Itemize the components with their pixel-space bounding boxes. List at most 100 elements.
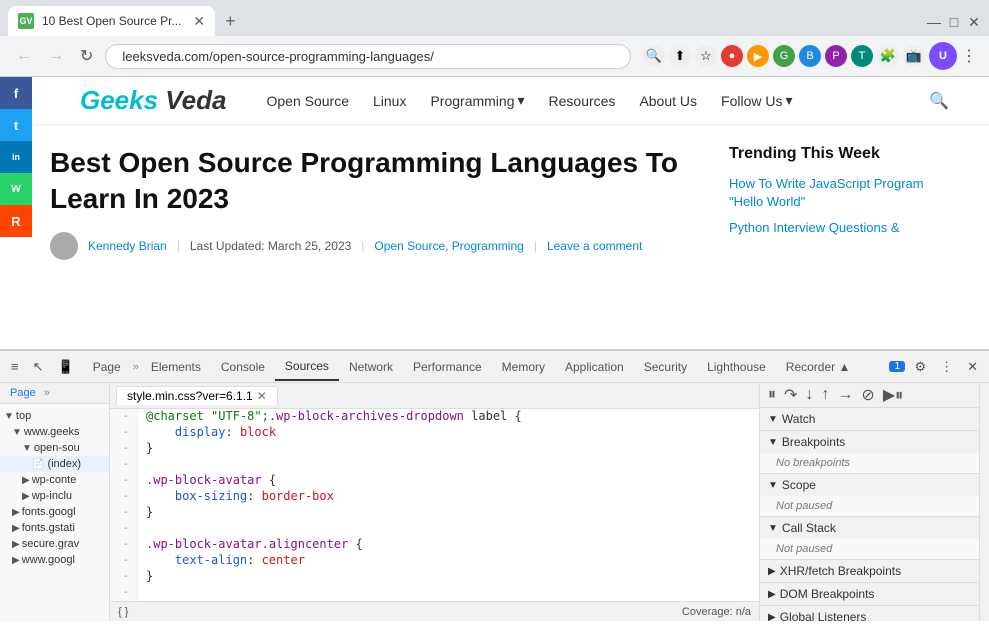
bookmark-icon[interactable]: ☆	[695, 45, 717, 67]
back-button[interactable]: ←	[12, 43, 36, 69]
share-icon[interactable]: ⬆	[669, 45, 691, 67]
devtools-tabs: Page » Elements Console Sources Network …	[83, 353, 886, 381]
profile-avatar[interactable]: U	[929, 42, 957, 70]
article-title: Best Open Source Programming Languages T…	[50, 145, 709, 218]
facebook-share-btn[interactable]: f	[0, 77, 32, 109]
watch-section: ▼ Watch	[760, 408, 979, 431]
meta-divider-1: |	[177, 239, 180, 253]
search-button[interactable]: 🔍	[929, 91, 949, 111]
meta-comment[interactable]: Leave a comment	[547, 239, 642, 253]
active-tab[interactable]: GV 10 Best Open Source Pr... ✕	[8, 6, 215, 36]
address-input[interactable]	[105, 44, 631, 69]
dom-breakpoints-header[interactable]: ▶ DOM Breakpoints	[760, 583, 979, 605]
article-area: Best Open Source Programming Languages T…	[50, 145, 709, 260]
source-file-item[interactable]: style.min.css?ver=6.1.1 ✕	[116, 386, 278, 405]
watch-header[interactable]: ▼ Watch	[760, 408, 979, 430]
tab-security[interactable]: Security	[634, 354, 697, 380]
colorful-icon-2[interactable]: ▶	[747, 45, 769, 67]
code-line-2: - display: block	[110, 425, 759, 441]
meta-tags[interactable]: Open Source, Programming	[374, 239, 523, 253]
colorful-icon-5[interactable]: P	[825, 45, 847, 67]
devtools-close-btn[interactable]: ✕	[962, 357, 983, 377]
scope-header[interactable]: ▼ Scope	[760, 474, 979, 496]
colorful-icon-4[interactable]: B	[799, 45, 821, 67]
source-file-tab-bar: style.min.css?ver=6.1.1 ✕	[110, 383, 759, 409]
xhr-header[interactable]: ▶ XHR/fetch Breakpoints	[760, 560, 979, 582]
step-btn[interactable]: →	[835, 384, 855, 406]
reddit-share-btn[interactable]: R	[0, 205, 32, 237]
search-icon[interactable]: 🔍	[643, 45, 665, 67]
play-pause-btn[interactable]: ▶⏸	[881, 383, 905, 407]
linkedin-share-btn[interactable]: in	[0, 141, 32, 173]
devtools-toolbar: ≡ ↖ 📱 Page » Elements Console Sources Ne…	[0, 351, 989, 383]
tree-item-www-googl[interactable]: ▶ www.googl	[0, 552, 109, 568]
tab-lighthouse[interactable]: Lighthouse	[697, 354, 776, 380]
new-tab-button[interactable]: +	[219, 11, 242, 32]
tab-elements[interactable]: Elements	[141, 354, 211, 380]
trending-item-2[interactable]: Python Interview Questions &	[729, 219, 949, 237]
tree-item-wp-conte[interactable]: ▶ wp-conte	[0, 472, 109, 488]
tab-memory[interactable]: Memory	[492, 354, 555, 380]
global-listeners-header[interactable]: ▶ Global Listeners	[760, 606, 979, 621]
twitter-share-btn[interactable]: t	[0, 109, 32, 141]
step-out-btn[interactable]: ↑	[819, 384, 831, 406]
whatsapp-share-btn[interactable]: W	[0, 173, 32, 205]
call-stack-header[interactable]: ▼ Call Stack	[760, 517, 979, 539]
step-into-btn[interactable]: ↓	[803, 384, 815, 406]
colorful-icon-6[interactable]: T	[851, 45, 873, 67]
tree-item-fonts-goog[interactable]: ▶ fonts.googl	[0, 504, 109, 520]
tab-page[interactable]: Page	[83, 354, 131, 380]
colorful-icon-1[interactable]: ●	[721, 45, 743, 67]
browser-chrome: GV 10 Best Open Source Pr... ✕ + — □ ✕ ←…	[0, 0, 989, 77]
devtools-settings-btn[interactable]: ⚙	[909, 357, 931, 377]
step-over-btn[interactable]: ↷	[782, 383, 799, 407]
minimize-button[interactable]: —	[927, 14, 941, 28]
tab-application[interactable]: Application	[555, 354, 634, 380]
deactivate-btn[interactable]: ⊘	[859, 383, 876, 407]
extensions-icon[interactable]: 🧩	[877, 45, 899, 67]
tab-network[interactable]: Network	[339, 354, 403, 380]
forward-button[interactable]: →	[44, 43, 68, 69]
close-window-button[interactable]: ✕	[967, 14, 981, 28]
not-paused-call-text: Not paused	[760, 539, 979, 559]
tab-sources[interactable]: Sources	[275, 353, 339, 381]
devtools-device-btn[interactable]: 📱	[53, 357, 79, 377]
coverage-icon[interactable]: { }	[118, 606, 128, 618]
code-line-12: -	[110, 585, 759, 601]
maximize-button[interactable]: □	[947, 14, 961, 28]
devtools-more-btn[interactable]: ⋮	[935, 357, 958, 377]
tab-performance[interactable]: Performance	[403, 354, 492, 380]
nav-about-us[interactable]: About Us	[639, 93, 697, 109]
nav-resources[interactable]: Resources	[549, 93, 616, 109]
tab-console[interactable]: Console	[211, 354, 275, 380]
tree-item-open-sou[interactable]: ▼ open-sou	[0, 440, 109, 456]
tree-item-wp-inclu[interactable]: ▶ wp-inclu	[0, 488, 109, 504]
console-badge: 1	[889, 361, 905, 372]
source-file-close-btn[interactable]: ✕	[257, 389, 267, 403]
breakpoints-header[interactable]: ▼ Breakpoints	[760, 431, 979, 453]
tab-close-btn[interactable]: ✕	[193, 13, 205, 30]
pause-button[interactable]: ⏸	[766, 384, 778, 406]
colorful-icon-3[interactable]: G	[773, 45, 795, 67]
nav-programming[interactable]: Programming ▾	[430, 92, 524, 109]
devtools-body: Page » ▼ top ▼ www.geeks ▼ open-sou 📄	[0, 383, 989, 621]
page-tab[interactable]: Page	[6, 385, 40, 401]
nav-open-source[interactable]: Open Source	[266, 93, 349, 109]
tree-item-fonts-gstat[interactable]: ▶ fonts.gstati	[0, 520, 109, 536]
tree-item-index[interactable]: 📄 (index)	[0, 456, 109, 472]
devtools-inspect-btn[interactable]: ↖	[28, 357, 49, 377]
devtools-scrollbar[interactable]	[979, 383, 989, 621]
cast-icon[interactable]: 📺	[903, 45, 925, 67]
browser-menu-button[interactable]: ⋮	[961, 46, 977, 66]
reload-button[interactable]: ↻	[76, 42, 97, 70]
nav-linux[interactable]: Linux	[373, 93, 406, 109]
tree-item-top[interactable]: ▼ top	[0, 408, 109, 424]
tree-item-secure-grav[interactable]: ▶ secure.grav	[0, 536, 109, 552]
tab-recorder[interactable]: Recorder ▲	[776, 354, 861, 380]
trending-item-1[interactable]: How To Write JavaScript Program "Hello W…	[729, 175, 949, 211]
tree-item-www-geeks[interactable]: ▼ www.geeks	[0, 424, 109, 440]
code-panel[interactable]: - @charset "UTF-8";.wp-block-archives-dr…	[110, 409, 759, 601]
devtools-toggle-btn[interactable]: ≡	[6, 357, 24, 376]
main-content: Best Open Source Programming Languages T…	[0, 125, 989, 270]
nav-follow-us[interactable]: Follow Us ▾	[721, 92, 793, 109]
